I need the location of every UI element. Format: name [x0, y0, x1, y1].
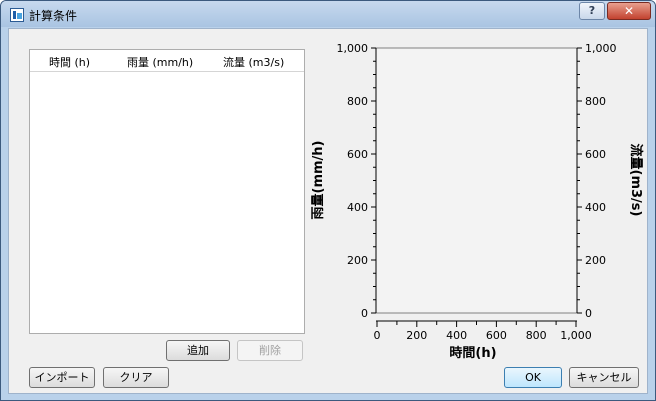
right-tick-label: 1,000: [585, 42, 617, 55]
left-tick-label: 200: [347, 254, 368, 267]
cancel-button[interactable]: キャンセル: [569, 367, 639, 388]
left-axis-title: 雨量(mm/h): [311, 141, 326, 220]
x-tick-label: 200: [406, 329, 427, 342]
left-tick-label: 0: [361, 307, 368, 320]
right-axis-ticks: 0 200 400 600 800 1,000: [577, 42, 617, 320]
title-bar[interactable]: 計算条件 ? ✕: [1, 1, 655, 27]
left-tick-label: 800: [347, 95, 368, 108]
x-axis-title: 時間(h): [449, 345, 496, 361]
table-header: 時間 (h) 雨量 (mm/h) 流量 (m3/s): [30, 50, 304, 72]
left-tick-label: 1,000: [337, 42, 369, 55]
chart: 0 200 400 600 800 1,000 0 200 400 600 800 1,000 0 2…: [311, 42, 644, 361]
delete-button[interactable]: 削除: [237, 340, 303, 361]
column-header-time[interactable]: 時間 (h): [49, 54, 90, 70]
clear-button[interactable]: クリア: [103, 367, 169, 388]
left-tick-label: 400: [347, 201, 368, 214]
right-tick-label: 0: [585, 307, 592, 320]
column-header-discharge[interactable]: 流量 (m3/s): [223, 54, 284, 70]
ok-button[interactable]: OK: [504, 367, 562, 388]
right-axis-title: 流量(m3/s): [628, 144, 644, 217]
column-header-rainfall[interactable]: 雨量 (mm/h): [127, 54, 193, 70]
close-button[interactable]: ✕: [607, 2, 651, 20]
left-tick-label: 600: [347, 148, 368, 161]
x-axis-ticks: 0 200 400 600 800 1,000: [374, 321, 592, 342]
plot-area: [375, 47, 578, 314]
x-tick-label: 600: [486, 329, 507, 342]
add-button[interactable]: 追加: [166, 340, 230, 361]
dialog-window: 計算条件 ? ✕ 時間 (h) 雨量 (mm/h) 流量 (m3/s) 追加 削…: [0, 0, 656, 401]
x-tick-label: 1,000: [560, 329, 592, 342]
data-table[interactable]: 時間 (h) 雨量 (mm/h) 流量 (m3/s): [29, 49, 305, 334]
x-tick-label: 800: [526, 329, 547, 342]
help-button[interactable]: ?: [579, 2, 605, 20]
app-icon: [10, 8, 24, 22]
left-axis-ticks: 0 200 400 600 800 1,000: [337, 42, 376, 320]
right-tick-label: 200: [585, 254, 606, 267]
right-tick-label: 600: [585, 148, 606, 161]
right-tick-label: 400: [585, 201, 606, 214]
import-button[interactable]: インポート: [29, 367, 95, 388]
x-tick-label: 400: [446, 329, 467, 342]
window-title: 計算条件: [29, 9, 78, 23]
right-tick-label: 800: [585, 95, 606, 108]
x-tick-label: 0: [374, 329, 381, 342]
